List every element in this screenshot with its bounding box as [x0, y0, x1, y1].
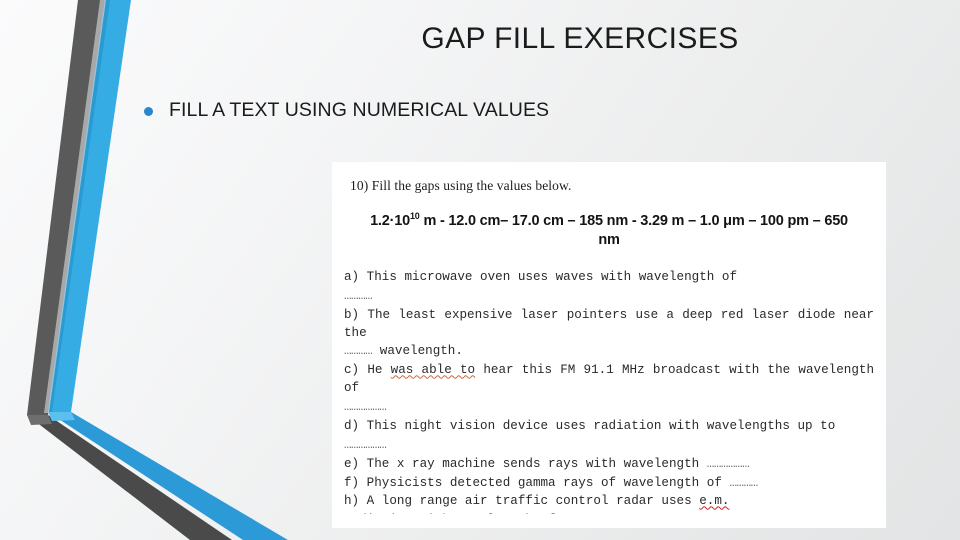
question-gap-c-row: ……………… — [344, 399, 874, 417]
bullet-item-label: FILL A TEXT USING NUMERICAL VALUES — [169, 99, 550, 121]
question-item-e: e) The x ray machine sends rays with wav… — [344, 456, 874, 474]
gap-blank-c: ……………… — [344, 400, 387, 415]
question-label-b: b) — [344, 307, 360, 322]
question-text-h-before: A long range air traffic control radar u… — [359, 494, 700, 509]
question-label-f: f) — [344, 475, 360, 490]
question-text-a: This microwave oven uses waves with wave… — [359, 269, 737, 284]
presentation-slide: GAP FILL EXERCISES FILL A TEXT USING NUM… — [0, 0, 960, 540]
question-item-f: f) Physicists detected gamma rays of wav… — [344, 475, 874, 493]
ribbon-blue-vertical — [48, 0, 131, 412]
worksheet-image: 10) Fill the gaps using the values below… — [332, 162, 886, 528]
values-exponent: 10 — [409, 211, 420, 221]
question-label-c: c) — [344, 363, 360, 378]
bullet-list-item: FILL A TEXT USING NUMERICAL VALUES — [144, 99, 550, 121]
question-label-h: h) — [344, 494, 360, 509]
values-part-1: 1.2·10 — [370, 212, 410, 229]
worksheet-values-line: 1.2·1010 m - 12.0 cm– 17.0 cm – 185 nm -… — [348, 210, 870, 251]
worksheet-bottom-margin — [332, 514, 886, 528]
question-text-e: The x ray machine sends rays with wavele… — [359, 456, 707, 471]
ribbon-blue-vertical-shadow — [48, 0, 110, 412]
question-text-b-after: wavelength. — [372, 344, 463, 359]
gap-blank-a: ………… — [344, 288, 373, 303]
gap-blank-b: ………… — [344, 344, 373, 359]
ribbon-gray-diagonal — [27, 415, 232, 540]
question-label-d: d) — [344, 418, 360, 433]
spellcheck-phrase-c: was able to — [390, 363, 476, 378]
spellcheck-phrase-h: e.m. — [699, 494, 730, 509]
question-label-a: a) — [344, 269, 360, 284]
worksheet-heading: 10) Fill the gaps using the values below… — [350, 178, 572, 193]
question-item-a: a) This microwave oven uses waves with w… — [344, 269, 874, 287]
question-gap-a-row: ………… — [344, 288, 874, 306]
page-title: GAP FILL EXERCISES — [421, 22, 739, 55]
question-item-h: h) A long range air traffic control rada… — [344, 493, 874, 511]
gap-blank-f: ………… — [729, 475, 758, 490]
bullet-dot-icon — [144, 107, 153, 116]
ribbon-gray-vertical — [27, 0, 105, 415]
question-gap-d-row: ……………… — [344, 437, 874, 455]
ribbon-blue-diagonal — [48, 412, 288, 540]
question-text-f: Physicists detected gamma rays of wavele… — [359, 475, 730, 490]
ribbon-blue-bevel — [48, 412, 75, 421]
question-item-d: d) This night vision device uses radiati… — [344, 418, 874, 436]
question-text-c-before: He — [359, 363, 391, 378]
ribbon-gap-sliver — [44, 0, 106, 413]
values-part-3: nm — [598, 232, 620, 249]
question-item-b-cont: ………… wavelength. — [344, 343, 874, 361]
gap-blank-e: ……………… — [706, 456, 750, 471]
worksheet-question-list: a) This microwave oven uses waves with w… — [344, 269, 874, 528]
question-item-b: b) The least expensive laser pointers us… — [344, 307, 874, 343]
gap-blank-d: ……………… — [344, 437, 387, 452]
question-item-c: c) He was able to hear this FM 91.1 MHz … — [344, 362, 874, 398]
question-text-b: The least expensive laser pointers use a… — [344, 307, 874, 340]
angled-ribbon-decoration — [27, 0, 288, 540]
values-part-2: m - 12.0 cm– 17.0 cm – 185 nm - 3.29 m –… — [419, 212, 848, 229]
question-text-d: This night vision device uses radiation … — [359, 418, 836, 433]
question-label-e: e) — [344, 456, 360, 471]
ribbon-gray-bevel — [27, 415, 52, 425]
